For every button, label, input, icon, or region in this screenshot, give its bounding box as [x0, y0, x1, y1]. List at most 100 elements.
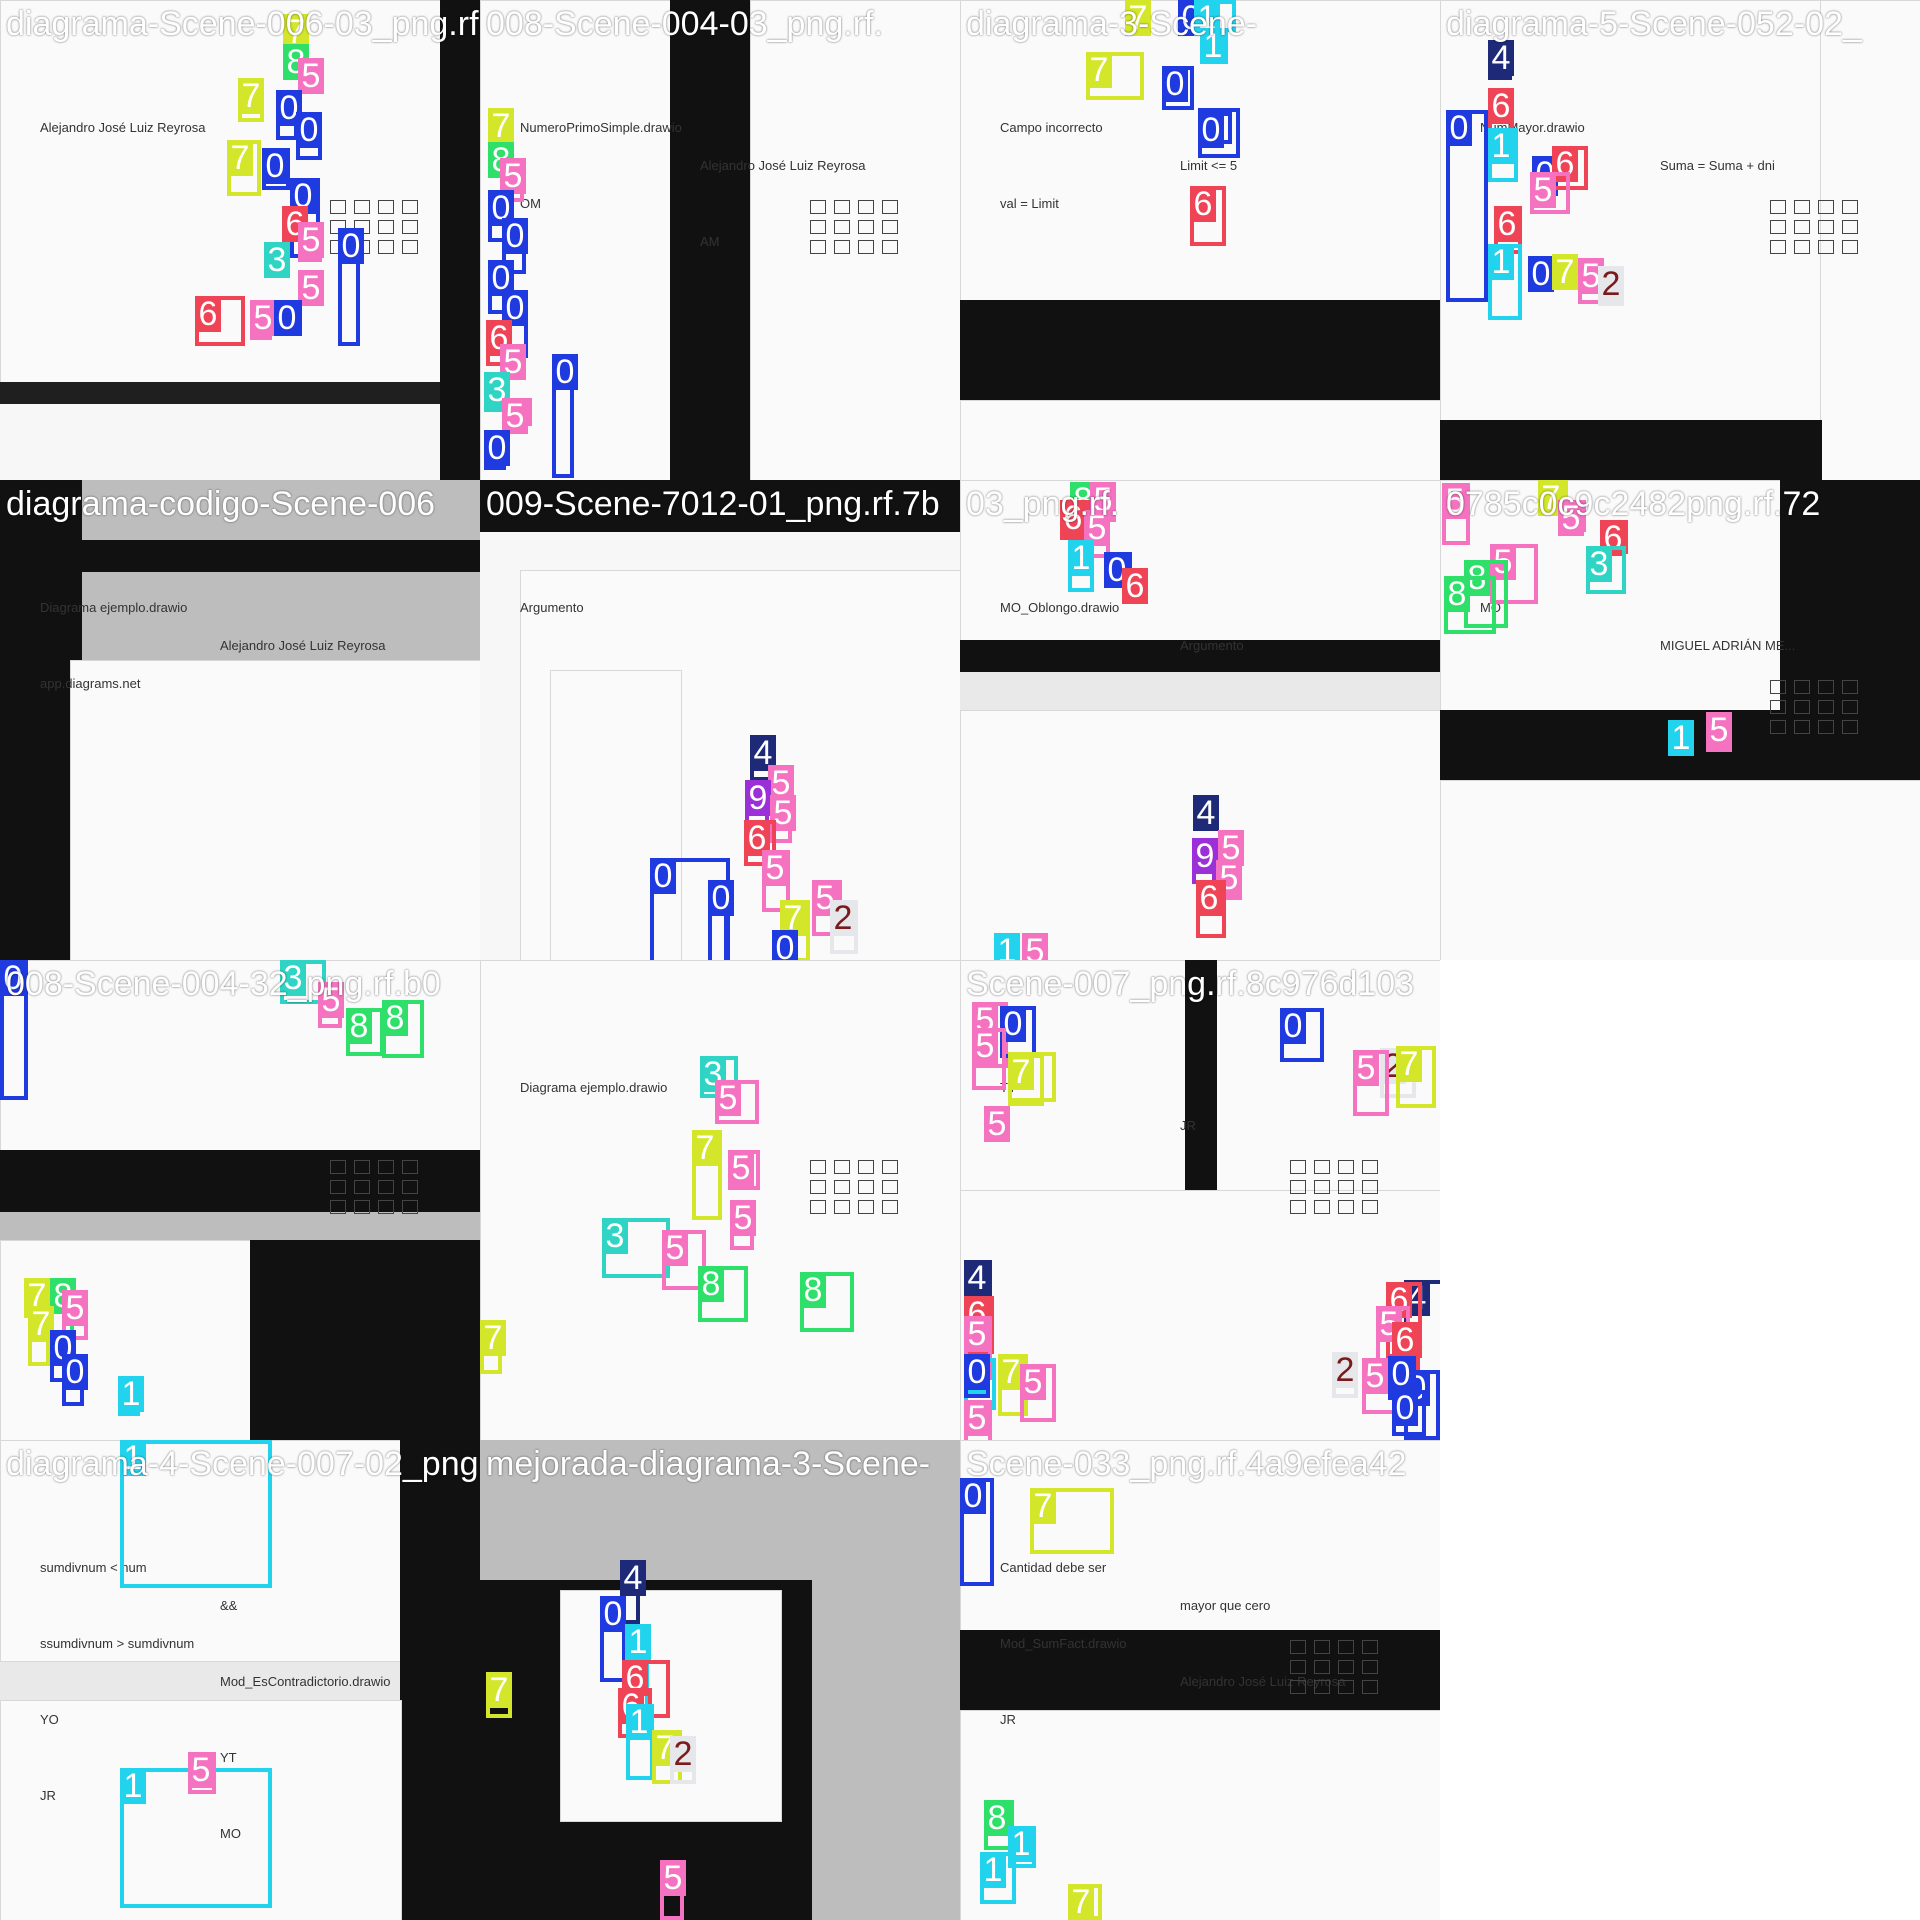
shape-icon — [1290, 1180, 1306, 1194]
shape-icon — [354, 1160, 370, 1174]
class-label: 1 — [118, 1376, 144, 1412]
annotation-box: 8 — [346, 1008, 384, 1056]
class-label: 6 — [195, 296, 221, 332]
shape-icon — [810, 1200, 826, 1214]
class-label: 5 — [728, 1150, 754, 1186]
shape-icon — [882, 1160, 898, 1174]
mosaic-tile: Scene-007_png.rf.8c976d103TYJR5057750257… — [960, 960, 1440, 1440]
shape-icon — [834, 200, 850, 214]
annotation-box: 8 — [800, 1272, 854, 1332]
shape-icon — [1338, 1160, 1354, 1174]
shape-icon — [330, 200, 346, 214]
annotation-box: 0 — [1446, 110, 1488, 302]
shape-palette — [1770, 200, 1860, 254]
shape-icon — [1818, 680, 1834, 694]
class-label: 7 — [1552, 254, 1578, 290]
annotation-box: 7 — [1068, 1884, 1102, 1920]
annotation-box: 7 — [1086, 52, 1144, 100]
class-label: 0 — [1162, 66, 1188, 102]
screen-text: app.diagrams.net — [40, 676, 141, 691]
class-label: 0 — [964, 1354, 990, 1390]
browser-bar — [960, 400, 1440, 480]
annotation-box: 0 — [276, 90, 302, 140]
class-label: 7 — [1008, 1054, 1034, 1090]
annotation-box: 0 — [338, 228, 364, 346]
class-label: 0 — [1280, 1008, 1306, 1044]
annotation-box: 1 — [1488, 128, 1518, 182]
shape-icon — [834, 220, 850, 234]
shape-icon — [378, 1160, 394, 1174]
shape-icon — [354, 1180, 370, 1194]
class-label: 7 — [488, 108, 514, 144]
shape-icon — [1842, 720, 1858, 734]
annotation-box: 3 — [602, 1218, 670, 1278]
mosaic-tile: diagrama-4-Scene-007-02_png.rf. sumdivnum… — [0, 1440, 480, 1920]
class-label: 6 — [1392, 1322, 1418, 1358]
annotation-box: 7 — [28, 1306, 54, 1366]
class-label: 0 — [1528, 256, 1554, 292]
class-label: 5 — [1020, 1364, 1046, 1400]
shape-icon — [810, 240, 826, 254]
shape-icon — [330, 1180, 346, 1194]
class-label: 0 — [274, 300, 300, 336]
shape-icon — [810, 1180, 826, 1194]
annotation-box: 0 — [708, 880, 734, 960]
screen-text: JR — [1000, 1712, 1016, 1727]
class-label: 8 — [346, 1008, 372, 1044]
screen-text: Campo incorrecto — [1000, 120, 1103, 135]
tile-filename-caption: 03_png.rf. — [966, 485, 1120, 523]
class-label: 3 — [264, 242, 290, 278]
annotation-box: 5 — [1353, 1050, 1389, 1116]
class-label: 0 — [1446, 110, 1472, 146]
shape-icon — [1818, 700, 1834, 714]
shape-icon — [810, 200, 826, 214]
shape-icon — [834, 240, 850, 254]
shape-icon — [402, 200, 418, 214]
shape-icon — [378, 1180, 394, 1194]
screen-text: Argumento — [520, 600, 584, 615]
mosaic-tile: 0785c0c9c2482png.rf.72 MO MIGUEL ADRIÁN ME… — [1440, 480, 1920, 960]
shape-icon — [810, 1160, 826, 1174]
annotation-box: 5 — [1020, 1364, 1056, 1422]
shape-icon — [1362, 1640, 1378, 1654]
class-label: 8 — [698, 1266, 724, 1302]
screen-text: Alejandro José Luiz Reyrosa — [220, 638, 386, 653]
shape-icon — [882, 240, 898, 254]
annotation-box: 0 — [964, 1354, 990, 1398]
annotation-box: 1 — [118, 1376, 144, 1416]
class-label: 8 — [1444, 576, 1470, 612]
class-label: 9 — [745, 780, 771, 816]
shape-icon — [354, 200, 370, 214]
shape-icon — [1770, 680, 1786, 694]
tile-filename-caption: Scene-007_png.rf.8c976d103 — [966, 965, 1415, 1003]
class-label: 4 — [964, 1260, 990, 1296]
tile-filename-caption: mejorada-diagrama-3-Scene- — [486, 1445, 931, 1483]
annotation-box: 3 — [1586, 546, 1626, 594]
tile-filename-caption: 009-Scene-7012-01_png.rf.7b — [486, 485, 940, 523]
shape-icon — [882, 200, 898, 214]
annotation-box: 0 — [296, 112, 322, 160]
shape-icon — [402, 1200, 418, 1214]
mosaic-tile: Diagrama ejemplo.drawio 3 5 5 7 5 3 5 8 8 7 — [480, 960, 960, 1440]
class-label: 4 — [1488, 40, 1514, 76]
class-label: 7 — [227, 140, 253, 176]
screen-text: NumeroPrimoSimple.drawio — [520, 120, 682, 135]
class-label: 2 — [830, 900, 856, 936]
class-label: 2 — [1332, 1352, 1358, 1388]
class-label: 1 — [1488, 244, 1514, 280]
shape-icon — [1770, 700, 1786, 714]
annotation-box: 9 — [1192, 838, 1218, 884]
annotation-box: 0 — [262, 148, 290, 190]
annotation-box: 0 — [1162, 66, 1194, 110]
class-label: 0 — [484, 430, 510, 466]
annotation-box: 7 — [692, 1130, 722, 1220]
shape-icon — [378, 1200, 394, 1214]
tile-filename-caption: diagrama-3-Scene- — [966, 5, 1258, 43]
training-batch-mosaic: diagrama-Scene-006-03_png.rf. Alejandro J… — [0, 0, 1920, 1920]
shape-icon — [402, 240, 418, 254]
shape-icon — [330, 1160, 346, 1174]
screen-text: AM — [700, 234, 720, 249]
screen-text: Mod_EsContradictorio.drawio — [220, 1674, 391, 1689]
shape-icon — [1338, 1680, 1354, 1694]
screen-text: Suma = Suma + dni — [1660, 158, 1775, 173]
